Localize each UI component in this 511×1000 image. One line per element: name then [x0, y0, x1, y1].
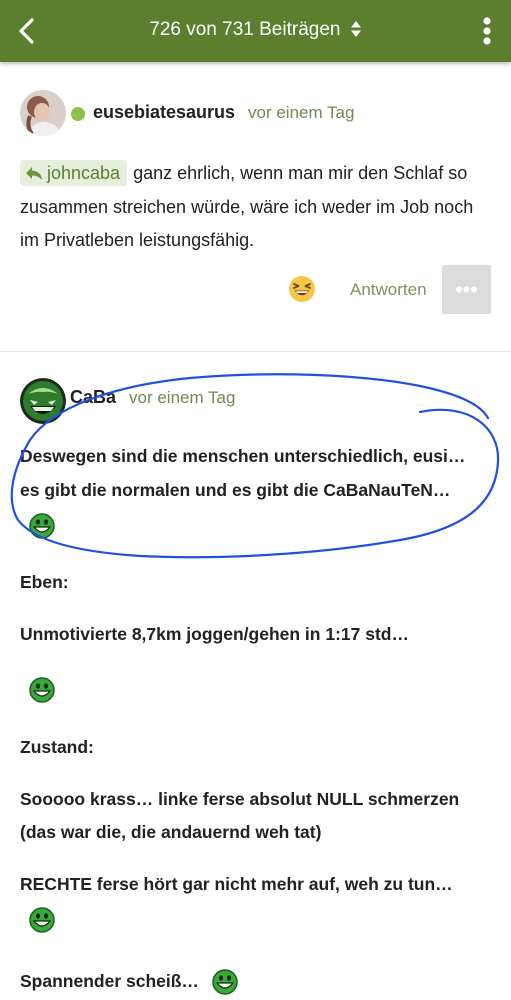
post-card: eusebiatesaurus vor einem Tag johncaba ga… — [0, 62, 511, 352]
post-text-line: Sooooo krass… linke ferse absolut NULL s… — [20, 789, 460, 809]
post-timestamp[interactable]: vor einem Tag — [248, 103, 354, 123]
vertical-dots-icon[interactable] — [479, 14, 495, 48]
post-text-line: Spannender scheiß… — [20, 971, 199, 991]
green-grin-smiley-icon — [29, 513, 55, 539]
post-timestamp[interactable]: vor einem Tag — [129, 388, 235, 408]
post-text-line: es gibt die normalen und es gibt die CaB… — [20, 480, 451, 500]
green-grin-smiley-icon — [212, 969, 238, 995]
post-card: CaBa vor einem Tag Deswegen sind die men… — [0, 352, 511, 1000]
post-text-line: Unmotivierte 8,7km joggen/gehen in 1:17 … — [20, 624, 409, 644]
post-text-line: Eben: — [20, 572, 69, 592]
top-app-bar: 726 von 731 Beiträgen — [0, 0, 511, 62]
post-menu-button[interactable] — [442, 265, 491, 314]
post-text-line: Deswegen sind die menschen unterschiedli… — [20, 446, 466, 466]
author-name[interactable]: eusebiatesaurus — [93, 102, 235, 123]
green-grin-smiley-icon — [29, 677, 55, 703]
avatar[interactable] — [20, 90, 66, 136]
post-counter-label: 726 von 731 Beiträgen — [149, 19, 341, 40]
horizontal-dots-icon — [456, 286, 477, 293]
post-content: johncaba ganz ehrlich, wenn man mir den S… — [20, 157, 490, 258]
laughing-emoji-icon[interactable] — [288, 275, 316, 303]
online-status-dot — [71, 107, 85, 121]
reply-button[interactable]: Antworten — [350, 280, 427, 300]
reply-to-user: johncaba — [47, 163, 121, 183]
reply-to-tag[interactable]: johncaba — [20, 160, 128, 186]
reply-arrow-icon — [26, 167, 42, 180]
sort-updown-icon — [350, 20, 362, 38]
green-grin-smiley-icon — [29, 907, 55, 933]
author-name[interactable]: CaBa — [70, 387, 116, 408]
post-text-line: RECHTE ferse hört gar nicht mehr auf, we… — [20, 874, 453, 894]
avatar[interactable] — [20, 378, 66, 424]
post-counter[interactable]: 726 von 731 Beiträgen — [0, 19, 511, 41]
post-text-line: Zustand: — [20, 737, 94, 757]
post-text-line: (das war die, die andauernd weh tat) — [20, 822, 322, 842]
